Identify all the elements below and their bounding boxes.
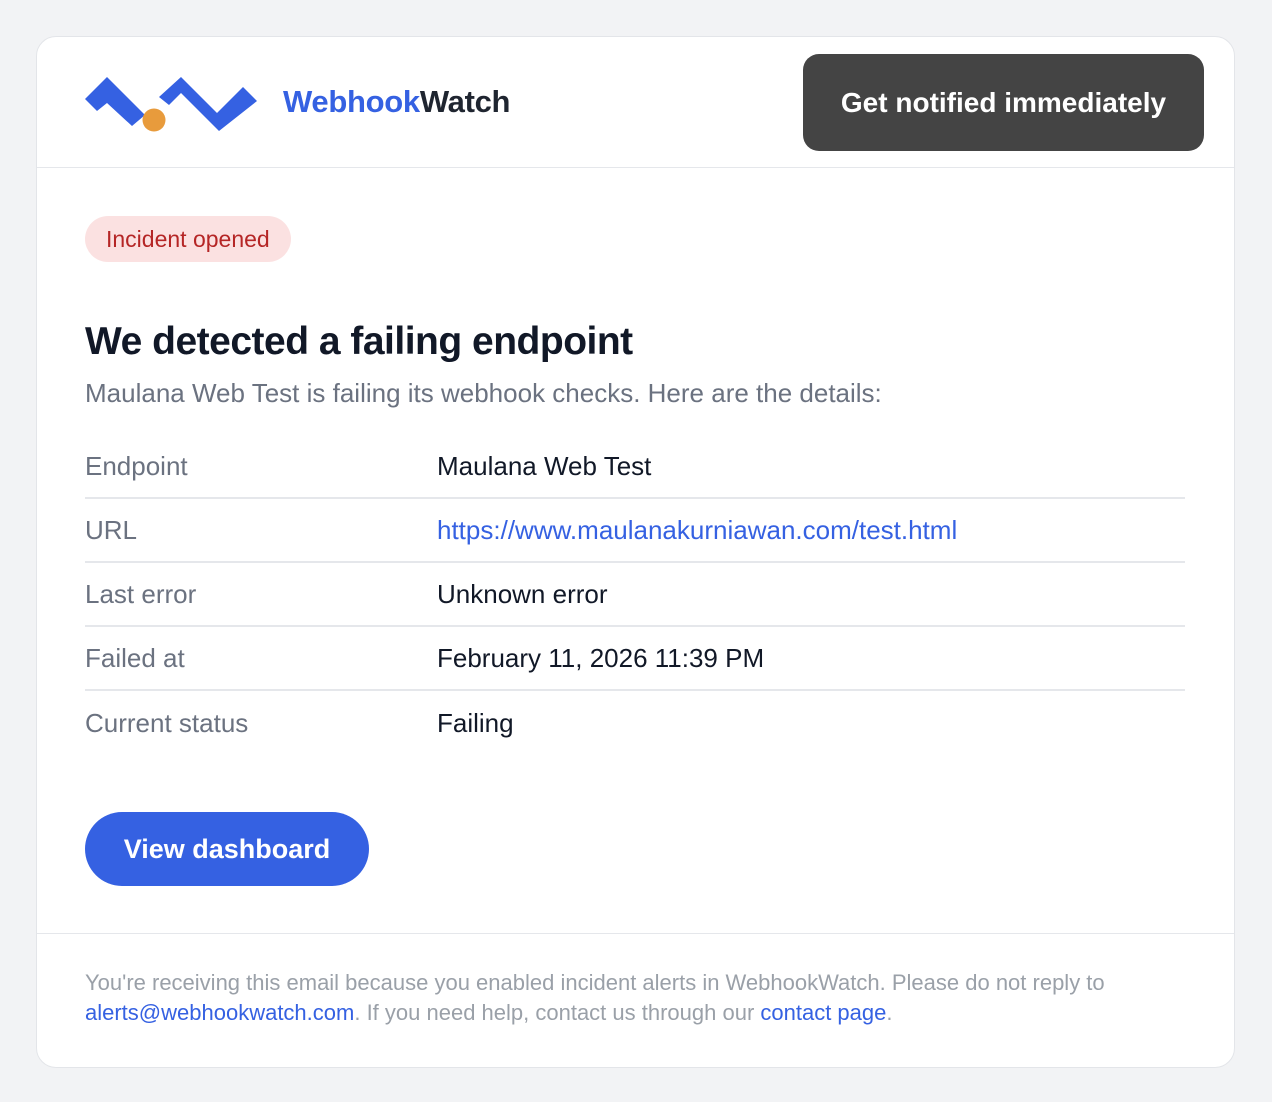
detail-row-last-error: Last error Unknown error — [85, 563, 1185, 627]
detail-value: Maulana Web Test — [437, 450, 652, 481]
details-table: Endpoint Maulana Web Test URL https://ww… — [85, 435, 1185, 755]
detail-label: Current status — [85, 707, 249, 738]
detail-row-endpoint: Endpoint Maulana Web Test — [85, 435, 1185, 499]
detail-label: Failed at — [85, 642, 185, 673]
footer-text: You're receiving this email because you … — [85, 970, 1105, 995]
footer-text: . If you need help, contact us through o… — [354, 1000, 761, 1025]
email-header: WebhookWatch Get notified immediately — [37, 37, 1234, 168]
detail-row-failed-at: Failed at February 11, 2026 11:39 PM — [85, 627, 1185, 691]
detail-label: URL — [85, 514, 138, 545]
get-notified-button[interactable]: Get notified immediately — [803, 54, 1204, 151]
page-subtitle: Maulana Web Test is failing its webhook … — [85, 378, 882, 408]
email-card: WebhookWatch Get notified immediately In… — [36, 36, 1235, 1068]
detail-value: Failing — [437, 707, 514, 738]
detail-value: Unknown error — [437, 578, 608, 609]
webhookwatch-logo-icon — [85, 77, 257, 132]
detail-row-url: URL https://www.maulanakurniawan.com/tes… — [85, 499, 1185, 563]
incident-badge: Incident opened — [85, 216, 291, 262]
brand-name: WebhookWatch — [283, 84, 510, 120]
page-title: We detected a failing endpoint — [85, 320, 633, 363]
brand-name-part1: Webhook — [283, 84, 420, 119]
email-footer: You're receiving this email because you … — [37, 933, 1234, 1028]
view-dashboard-button[interactable]: View dashboard — [85, 812, 369, 886]
detail-label: Last error — [85, 578, 197, 609]
contact-page-link[interactable]: contact page — [760, 1000, 886, 1025]
brand-logo[interactable]: WebhookWatch — [85, 69, 510, 135]
detail-value: February 11, 2026 11:39 PM — [437, 642, 765, 673]
endpoint-url-link[interactable]: https://www.maulanakurniawan.com/test.ht… — [437, 515, 957, 546]
alerts-email-link[interactable]: alerts@webhookwatch.com — [85, 1000, 354, 1025]
brand-name-part2: Watch — [419, 84, 511, 119]
detail-label: Endpoint — [85, 450, 188, 481]
detail-row-current-status: Current status Failing — [85, 691, 1185, 755]
footer-text: . — [886, 1000, 893, 1025]
